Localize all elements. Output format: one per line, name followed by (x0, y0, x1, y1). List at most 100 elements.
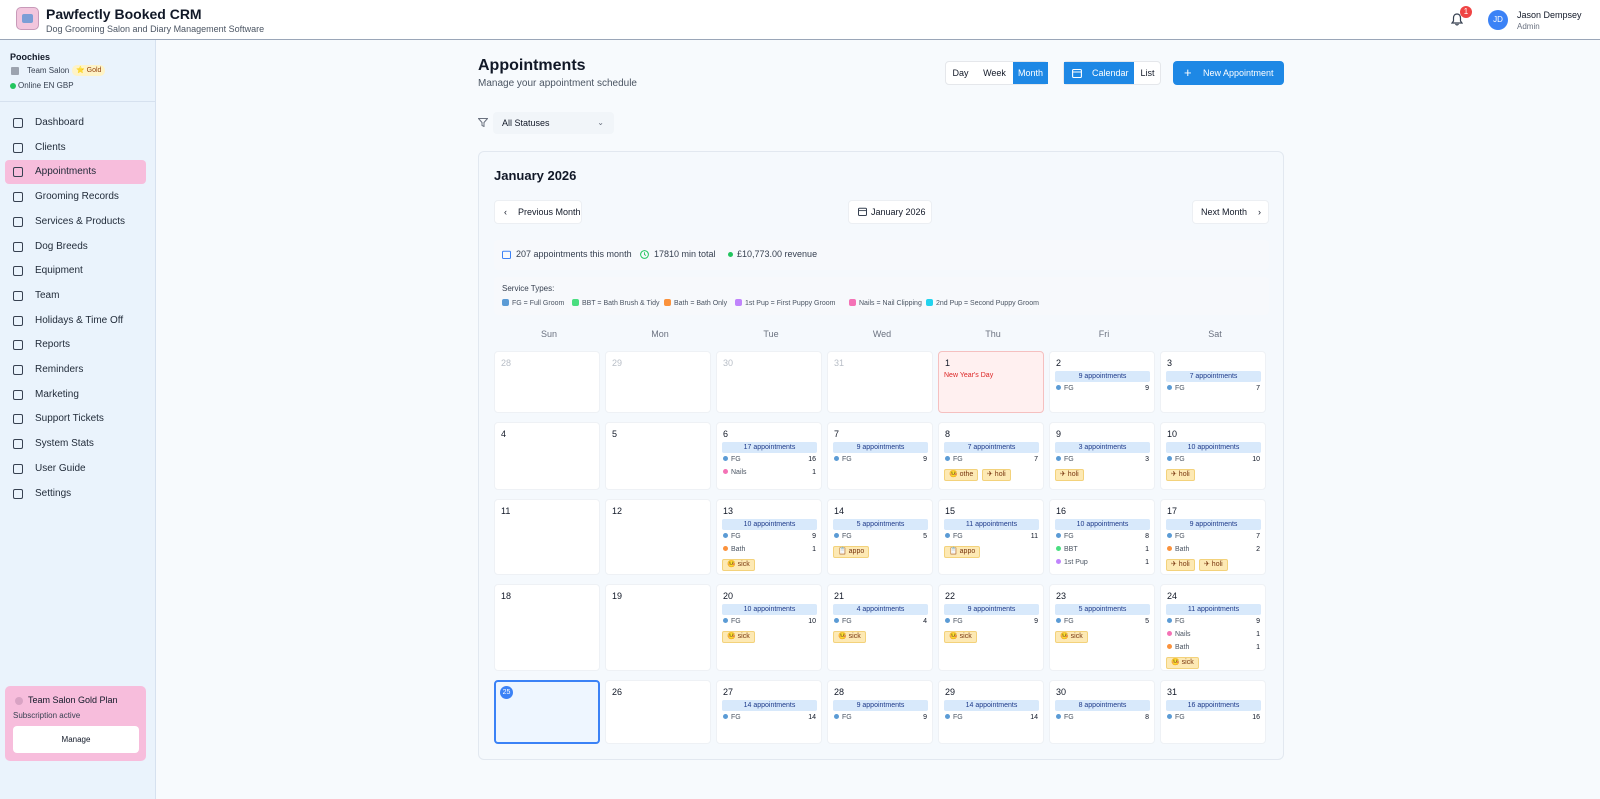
app-logo-icon[interactable] (16, 7, 39, 30)
day-cell[interactable]: 25 (494, 680, 600, 744)
day-cell[interactable]: 28 (494, 351, 600, 413)
day-cell[interactable]: 5 (605, 422, 711, 490)
day-cell[interactable]: 15 11 appointments FG 11 📋 appo (938, 499, 1044, 575)
day-cell[interactable]: 20 10 appointments FG 10 🤒 sick (716, 584, 822, 671)
sidebar-item-holidays-time-off[interactable]: Holidays & Time Off (5, 309, 146, 333)
appointment-count-badge[interactable]: 9 appointments (833, 442, 928, 453)
staff-absence-tag[interactable]: 📋 appo (833, 546, 870, 558)
appointment-count-badge[interactable]: 10 appointments (1166, 442, 1261, 453)
appointment-count-badge[interactable]: 14 appointments (944, 700, 1039, 711)
day-cell[interactable]: 29 14 appointments FG 14 (938, 680, 1044, 744)
staff-absence-tag[interactable]: 🤒 sick (944, 631, 977, 643)
day-cell[interactable]: 2 9 appointments FG 9 (1049, 351, 1155, 413)
appointment-count-badge[interactable]: 17 appointments (722, 442, 817, 453)
appointment-count-badge[interactable]: 11 appointments (944, 519, 1039, 530)
day-cell[interactable]: 29 (605, 351, 711, 413)
appointment-count-badge[interactable]: 16 appointments (1166, 700, 1261, 711)
day-cell[interactable]: 16 10 appointments FG 8 BBT 1 1st Pup 1 (1049, 499, 1155, 575)
appointment-count-badge[interactable]: 10 appointments (1055, 519, 1150, 530)
staff-absence-tag[interactable]: ✈ holi (982, 469, 1011, 481)
appointment-count-badge[interactable]: 9 appointments (833, 700, 928, 711)
day-cell[interactable]: 12 (605, 499, 711, 575)
appointment-count-badge[interactable]: 10 appointments (722, 519, 817, 530)
day-cell[interactable]: 6 17 appointments FG 16 Nails 1 (716, 422, 822, 490)
day-cell[interactable]: 31 16 appointments FG 16 (1160, 680, 1266, 744)
day-cell[interactable]: 1 New Year's Day (938, 351, 1044, 413)
appointment-count-badge[interactable]: 11 appointments (1166, 604, 1261, 615)
appointment-count-badge[interactable]: 10 appointments (722, 604, 817, 615)
sidebar-item-dashboard[interactable]: Dashboard (5, 111, 146, 135)
sidebar-item-grooming-records[interactable]: Grooming Records (5, 185, 146, 209)
staff-absence-tag[interactable]: ✈ holi (1199, 559, 1228, 571)
staff-absence-tag[interactable]: ✈ holi (1166, 559, 1195, 571)
day-cell[interactable]: 7 9 appointments FG 9 (827, 422, 933, 490)
manage-button[interactable]: Manage (13, 726, 139, 753)
previous-month-button[interactable]: ‹ Previous Month (494, 200, 582, 224)
day-cell[interactable]: 26 (605, 680, 711, 744)
staff-absence-tag[interactable]: 🤒 sick (722, 559, 755, 571)
view-month-button[interactable]: Month (1013, 62, 1048, 84)
appointment-count-badge[interactable]: 9 appointments (1055, 371, 1150, 382)
sidebar-item-reports[interactable]: Reports (5, 333, 146, 357)
day-cell[interactable]: 3 7 appointments FG 7 (1160, 351, 1266, 413)
day-cell[interactable]: 21 4 appointments FG 4 🤒 sick (827, 584, 933, 671)
staff-absence-tag[interactable]: ✈ holi (1166, 469, 1195, 481)
status-filter-select[interactable]: All Statuses ⌄ (493, 112, 614, 134)
day-cell[interactable]: 17 9 appointments FG 7 Bath 2 ✈ holi ✈ holi (1160, 499, 1266, 575)
appointment-count-badge[interactable]: 7 appointments (944, 442, 1039, 453)
view-week-button[interactable]: Week (975, 62, 1014, 84)
sidebar-item-reminders[interactable]: Reminders (5, 358, 146, 382)
sidebar-item-appointments[interactable]: Appointments (5, 160, 146, 185)
calendar-view-button[interactable]: Calendar (1064, 62, 1134, 84)
staff-absence-tag[interactable]: 🤒 sick (833, 631, 866, 643)
appointment-count-badge[interactable]: 7 appointments (1166, 371, 1261, 382)
current-month-button[interactable]: January 2026 (848, 200, 932, 224)
appointment-count-badge[interactable]: 4 appointments (833, 604, 928, 615)
day-cell[interactable]: 11 (494, 499, 600, 575)
sidebar-item-settings[interactable]: Settings (5, 482, 146, 506)
sidebar-item-system-stats[interactable]: System Stats (5, 432, 146, 456)
day-cell[interactable]: 10 10 appointments FG 10 ✈ holi (1160, 422, 1266, 490)
sidebar-item-services-products[interactable]: Services & Products (5, 210, 146, 234)
view-day-button[interactable]: Day (946, 62, 975, 84)
appointment-count-badge[interactable]: 8 appointments (1055, 700, 1150, 711)
user-name[interactable]: Jason Dempsey (1517, 10, 1582, 20)
staff-absence-tag[interactable]: 🤒 sick (722, 631, 755, 643)
day-cell[interactable]: 19 (605, 584, 711, 671)
day-cell[interactable]: 14 5 appointments FG 5 📋 appo (827, 499, 933, 575)
day-cell[interactable]: 4 (494, 422, 600, 490)
sidebar-item-team[interactable]: Team (5, 284, 146, 308)
day-cell[interactable]: 27 14 appointments FG 14 (716, 680, 822, 744)
appointment-count-badge[interactable]: 9 appointments (1166, 519, 1261, 530)
staff-absence-tag[interactable]: ✈ holi (1055, 469, 1084, 481)
staff-absence-tag[interactable]: 🤒 othe (944, 469, 979, 481)
next-month-button[interactable]: Next Month › (1192, 200, 1269, 224)
day-cell[interactable]: 18 (494, 584, 600, 671)
day-cell[interactable]: 22 9 appointments FG 9 🤒 sick (938, 584, 1044, 671)
day-cell[interactable]: 8 7 appointments FG 7 🤒 othe ✈ holi (938, 422, 1044, 490)
day-cell[interactable]: 30 8 appointments FG 8 (1049, 680, 1155, 744)
appointment-count-badge[interactable]: 14 appointments (722, 700, 817, 711)
appointment-count-badge[interactable]: 3 appointments (1055, 442, 1150, 453)
staff-absence-tag[interactable]: 🤒 sick (1055, 631, 1088, 643)
avatar[interactable]: JD (1488, 10, 1508, 30)
sidebar-item-marketing[interactable]: Marketing (5, 383, 146, 407)
day-cell[interactable]: 31 (827, 351, 933, 413)
day-cell[interactable]: 28 9 appointments FG 9 (827, 680, 933, 744)
staff-absence-tag[interactable]: 🤒 sick (1166, 657, 1199, 669)
new-appointment-button[interactable]: + New Appointment (1173, 61, 1284, 85)
sidebar-item-clients[interactable]: Clients (5, 136, 146, 160)
sidebar-item-equipment[interactable]: Equipment (5, 259, 146, 283)
sidebar-item-user-guide[interactable]: User Guide (5, 457, 146, 481)
list-view-button[interactable]: List (1134, 62, 1161, 84)
day-cell[interactable]: 24 11 appointments FG 9 Nails 1 Bath 1 🤒 sick (1160, 584, 1266, 671)
appointment-count-badge[interactable]: 9 appointments (944, 604, 1039, 615)
appointment-count-badge[interactable]: 5 appointments (833, 519, 928, 530)
sidebar-item-support-tickets[interactable]: Support Tickets (5, 407, 146, 431)
day-cell[interactable]: 23 5 appointments FG 5 🤒 sick (1049, 584, 1155, 671)
day-cell[interactable]: 9 3 appointments FG 3 ✈ holi (1049, 422, 1155, 490)
day-cell[interactable]: 13 10 appointments FG 9 Bath 1 🤒 sick (716, 499, 822, 575)
appointment-count-badge[interactable]: 5 appointments (1055, 604, 1150, 615)
staff-absence-tag[interactable]: 📋 appo (944, 546, 981, 558)
sidebar-item-dog-breeds[interactable]: Dog Breeds (5, 235, 146, 259)
